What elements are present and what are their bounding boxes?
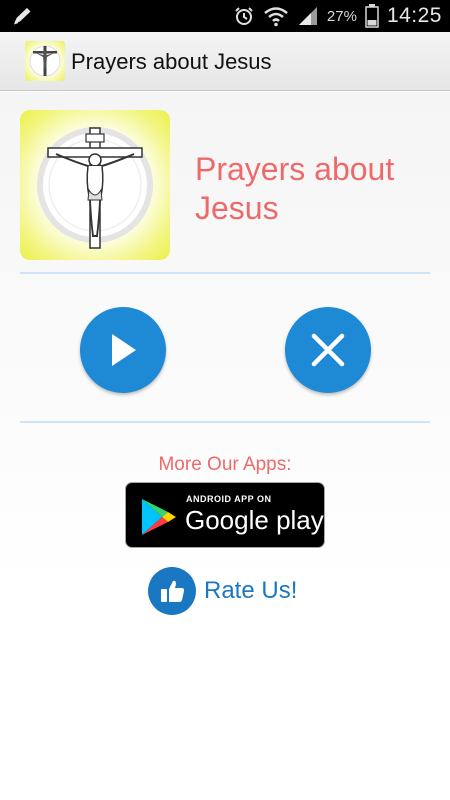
page-title: Prayers about Jesus: [195, 151, 395, 226]
crucifix-icon: [20, 110, 170, 260]
divider-bottom: [20, 421, 430, 423]
more-apps-label: More Our Apps:: [158, 454, 292, 475]
badge-big-text: Google play: [185, 505, 324, 535]
close-button[interactable]: [285, 307, 371, 393]
signal-icon: [298, 7, 317, 25]
rate-us-label: Rate Us!: [204, 577, 298, 604]
play-button[interactable]: [80, 307, 166, 393]
rate-us-button[interactable]: Rate Us!: [148, 567, 297, 615]
action-bar-title: Prayers about Jesus: [71, 49, 272, 74]
divider-top: [20, 272, 430, 274]
close-icon: [311, 333, 345, 367]
edit-icon: [14, 8, 31, 25]
action-bar: Prayers about Jesus: [0, 32, 450, 91]
battery-percent: 27%: [326, 7, 357, 25]
badge-small-text: ANDROID APP ON: [186, 494, 272, 504]
clock: 14:25: [386, 4, 442, 27]
main-content: Prayers about Jesus More Our Apps: ANDRO…: [0, 92, 450, 800]
wifi-icon: [264, 7, 288, 27]
play-icon: [112, 334, 136, 366]
google-play-logo-icon: [142, 499, 176, 535]
status-bar: 27% 14:25: [0, 0, 450, 32]
alarm-icon: [235, 7, 253, 25]
battery-icon: [365, 4, 379, 28]
status-right: 27% 14:25: [233, 0, 442, 32]
thumbs-up-icon: [148, 567, 196, 615]
google-play-badge[interactable]: ANDROID APP ON Google play: [125, 482, 325, 548]
crucifix-icon: [25, 41, 65, 81]
